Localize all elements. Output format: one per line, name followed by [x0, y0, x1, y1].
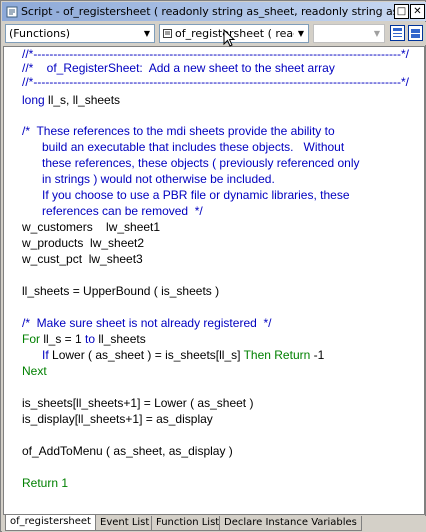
code-line: w_cust_pct lw_sheet3 [22, 252, 143, 266]
code-line: //* of_RegisterSheet: Add a new sheet to… [22, 61, 335, 75]
tab-declare-instance-variables[interactable]: Declare Instance Variables [219, 516, 362, 531]
tab-of-registersheet[interactable]: of_registersheet [5, 515, 96, 531]
code-line: is_sheets[ll_sheets+1] = Lower ( as_shee… [22, 396, 254, 410]
code-line: of_AddToMenu ( as_sheet, as_display ) [22, 444, 233, 458]
split-view-icon[interactable] [408, 25, 423, 41]
restore-icon[interactable]: □ [394, 4, 409, 19]
tab-function-list[interactable]: Function List [151, 516, 225, 531]
script-tabs: of_registersheet Event List Function Lis… [2, 515, 426, 532]
script-view-icon[interactable] [390, 25, 405, 41]
chevron-down-icon[interactable]: ▼ [140, 25, 154, 42]
code-line: //*-------------------------------------… [22, 75, 409, 89]
code-line: If Lower ( as_sheet ) = is_sheets[ll_s] … [42, 348, 325, 362]
toolbar: (Functions) ▼ of_registersheet ( read ▼ … [2, 22, 426, 45]
code-line: Return 1 [22, 476, 69, 490]
code-line: /* Make sure sheet is not already regist… [22, 316, 272, 330]
code-line: long ll_s, ll_sheets [22, 93, 121, 107]
code-line: For ll_s = 1 to ll_sheets [22, 332, 146, 346]
code-line: ll_sheets = UpperBound ( is_sheets ) [22, 284, 220, 298]
code-line: w_customers lw_sheet1 [22, 220, 161, 234]
code-line: Next [22, 364, 47, 378]
tab-event-list[interactable]: Event List [95, 516, 155, 531]
chevron-down-icon[interactable]: ▼ [370, 25, 384, 42]
window-title: Script - of_registersheet ( readonly str… [21, 5, 394, 18]
code-line: these references, these objects ( previo… [22, 156, 360, 170]
code-line: //*-------------------------------------… [22, 47, 409, 61]
code-line: in strings ) would not otherwise be incl… [22, 172, 275, 186]
code-line: /* These references to the mdi sheets pr… [22, 124, 335, 138]
code-line: If you choose to use a PBR file or dynam… [22, 188, 350, 202]
object-combo-value: (Functions) [9, 27, 71, 40]
code-line: is_display[ll_sheets+1] = as_display [22, 412, 213, 426]
code-line: w_products lw_sheet2 [22, 236, 145, 250]
object-combo[interactable]: (Functions) ▼ [5, 24, 155, 43]
code-line: build an executable that includes these … [22, 140, 345, 154]
code-editor[interactable]: //*-------------------------------------… [3, 46, 425, 515]
mouse-cursor-icon [223, 29, 236, 47]
script-icon [5, 5, 19, 19]
close-icon[interactable]: ✕ [410, 4, 425, 19]
ancestor-combo[interactable]: ▼ [313, 24, 385, 43]
chevron-down-icon[interactable]: ▼ [294, 25, 308, 42]
code-line: references can be removed */ [22, 204, 203, 218]
script-view-icon [163, 29, 175, 38]
script-window: Script - of_registersheet ( readonly str… [0, 0, 426, 532]
title-bar[interactable]: Script - of_registersheet ( readonly str… [2, 2, 426, 21]
